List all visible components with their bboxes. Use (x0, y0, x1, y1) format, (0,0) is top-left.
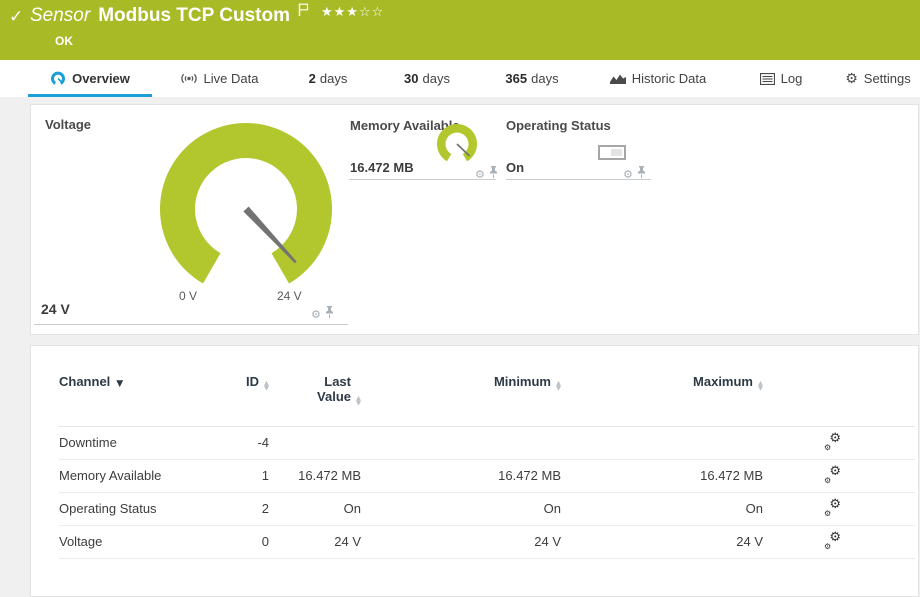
channel-id: 0 (201, 525, 271, 558)
cell-divider (34, 324, 348, 325)
memory-gauge (433, 123, 481, 174)
channel-minimum: 24 V (363, 525, 563, 558)
toggle-knob (611, 149, 622, 156)
channel-last-value: On (271, 492, 363, 525)
tab-overview[interactable]: Overview (28, 60, 152, 97)
table-row: Memory Available 1 16.472 MB 16.472 MB 1… (59, 459, 915, 492)
voltage-gauge (149, 119, 344, 302)
sensor-kind-label: Sensor (30, 5, 90, 27)
edit-channel-gears-icon[interactable]: ⚙⚙ (824, 534, 841, 550)
tab-label: days (423, 71, 450, 86)
channel-maximum (563, 426, 765, 459)
log-icon (760, 73, 775, 85)
channel-last-value: 24 V (271, 525, 363, 558)
channel-last-value: 16.472 MB (271, 459, 363, 492)
priority-flag-icon[interactable] (298, 3, 309, 22)
channel-id: 2 (201, 492, 271, 525)
tab-number: 365 (505, 71, 527, 86)
tab-label: Historic Data (632, 71, 706, 86)
voltage-scale-max: 24 V (277, 289, 302, 303)
cell-divider (506, 179, 651, 180)
sensor-header: ✓ Sensor Modbus TCP Custom ★★★☆☆ OK (0, 0, 920, 60)
edit-channel-gears-icon[interactable]: ⚙⚙ (824, 468, 841, 484)
voltage-value: 24 V (41, 301, 70, 317)
sort-icon: ▲▼ (264, 381, 269, 390)
operating-status-value: On (506, 160, 524, 175)
sensor-status-badge: OK (55, 34, 73, 48)
column-header-id[interactable]: ID▲▼ (201, 368, 271, 426)
tab-number: 2 (309, 71, 316, 86)
column-header-channel[interactable]: Channel▼ (59, 368, 201, 426)
pin-icon[interactable] (325, 305, 334, 323)
tab-settings[interactable]: ⚙ Settings (838, 60, 918, 97)
operating-status-title: Operating Status (506, 118, 611, 133)
tab-2-days[interactable]: 2 days (292, 60, 364, 97)
voltage-gauge-title: Voltage (45, 117, 91, 132)
tab-historic-data[interactable]: Historic Data (598, 60, 718, 97)
table-row: Operating Status 2 On On On ⚙⚙ (59, 492, 915, 525)
edit-channel-gears-icon[interactable]: ⚙⚙ (824, 501, 841, 517)
tab-label: Overview (72, 71, 130, 86)
tab-number: 30 (404, 71, 418, 86)
column-header-actions (765, 368, 843, 426)
channel-settings-gear-icon[interactable]: ⚙ (475, 169, 485, 180)
voltage-scale-min: 0 V (179, 289, 197, 303)
tab-live-data[interactable]: Live Data (165, 60, 273, 97)
tab-label: days (531, 71, 558, 86)
channel-maximum: 24 V (563, 525, 765, 558)
column-header-last-value[interactable]: Last Value▲▼ (271, 368, 363, 426)
edit-channel-gears-icon[interactable]: ⚙⚙ (824, 435, 841, 451)
status-ok-check-icon: ✓ (9, 7, 23, 27)
sort-icon: ▲▼ (758, 381, 763, 390)
channel-maximum: 16.472 MB (563, 459, 765, 492)
channels-table: Channel▼ ID▲▼ Last Value▲▼ Minimum▲▼ Max… (59, 368, 915, 559)
column-header-filler (843, 368, 915, 426)
cell-divider (349, 179, 496, 180)
tab-365-days[interactable]: 365 days (486, 60, 578, 97)
memory-value: 16.472 MB (350, 160, 414, 175)
channel-settings-gear-icon[interactable]: ⚙ (623, 169, 633, 180)
channel-minimum: 16.472 MB (363, 459, 563, 492)
tab-bar: Overview Live Data 2 days 30 days 365 da… (0, 60, 920, 97)
channel-settings-gear-icon[interactable]: ⚙ (311, 309, 321, 320)
tab-label: Live Data (204, 71, 259, 86)
pin-icon[interactable] (489, 165, 498, 183)
sort-icon: ▲▼ (556, 381, 561, 390)
channel-name[interactable]: Downtime (59, 426, 201, 459)
channel-id: 1 (201, 459, 271, 492)
channel-name[interactable]: Voltage (59, 525, 201, 558)
pin-icon[interactable] (637, 165, 646, 183)
tab-log[interactable]: Log (748, 60, 814, 97)
channels-table-panel: Channel▼ ID▲▼ Last Value▲▼ Minimum▲▼ Max… (30, 345, 919, 597)
sensor-title: Modbus TCP Custom (98, 5, 290, 27)
gauges-panel: Voltage 0 V 24 V 24 V ⚙ Memory Available… (30, 104, 919, 335)
tab-label: Log (781, 71, 803, 86)
tab-label: Settings (864, 71, 911, 86)
channel-id: -4 (201, 426, 271, 459)
table-header-row: Channel▼ ID▲▼ Last Value▲▼ Minimum▲▼ Max… (59, 368, 915, 426)
tab-30-days[interactable]: 30 days (388, 60, 466, 97)
live-data-icon (180, 72, 198, 85)
channel-maximum: On (563, 492, 765, 525)
channel-name[interactable]: Memory Available (59, 459, 201, 492)
channel-last-value (271, 426, 363, 459)
gear-icon: ⚙ (845, 72, 858, 86)
channel-name[interactable]: Operating Status (59, 492, 201, 525)
channel-minimum (363, 426, 563, 459)
rating-stars[interactable]: ★★★☆☆ (321, 5, 384, 20)
channel-minimum: On (363, 492, 563, 525)
column-header-minimum[interactable]: Minimum▲▼ (363, 368, 563, 426)
gauge-needle (243, 207, 296, 264)
sort-icon: ▲▼ (356, 396, 361, 405)
area-chart-icon (610, 72, 626, 85)
table-row: Downtime -4 ⚙⚙ (59, 426, 915, 459)
sort-desc-icon: ▼ (116, 379, 123, 389)
column-header-maximum[interactable]: Maximum▲▼ (563, 368, 765, 426)
gauge-icon (50, 71, 66, 87)
tab-label: days (320, 71, 347, 86)
table-row: Voltage 0 24 V 24 V 24 V ⚙⚙ (59, 525, 915, 558)
operating-status-toggle (598, 145, 626, 160)
